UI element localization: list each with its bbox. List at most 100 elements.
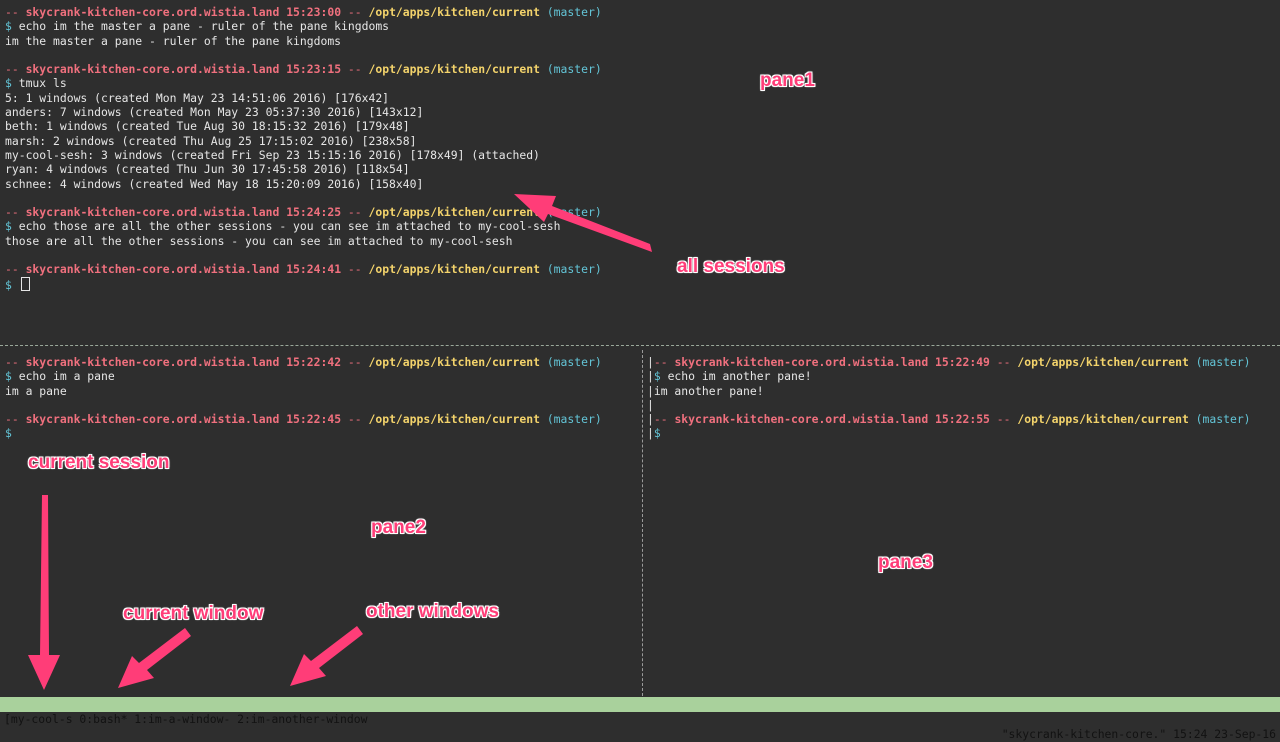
prompt-path: /opt/apps/kitchen/current <box>368 62 540 77</box>
prompt-path: /opt/apps/kitchen/current <box>368 412 540 427</box>
output-line: im a pane <box>5 384 638 398</box>
command-line: $ tmux ls <box>5 76 1280 90</box>
output-line: those are all the other sessions - you c… <box>5 234 1280 248</box>
annotation-current-window: current window <box>123 603 264 624</box>
prompt-host: skycrank-kitchen-core.ord.wistia.land <box>674 355 929 369</box>
prompt-dash: -- <box>347 412 362 427</box>
annotation-pane2: pane2 <box>371 517 426 538</box>
prompt-dash: -- <box>347 205 362 220</box>
vertical-pane-divider[interactable] <box>642 350 643 696</box>
pane3-lines: |-- skycrank-kitchen-core.ord.wistia.lan… <box>647 350 1280 441</box>
prompt-time: 15:22:42 <box>286 355 342 369</box>
command-text: echo those are all the other sessions - … <box>18 219 561 234</box>
prompt-dash: -- <box>347 262 362 277</box>
prompt-line: -- skycrank-kitchen-core.ord.wistia.land… <box>5 5 1280 19</box>
prompt-dollar: $ <box>653 426 661 441</box>
prompt-dash: -- <box>5 205 19 220</box>
prompt-branch: (master) <box>546 205 602 220</box>
prompt-branch: (master) <box>1195 412 1251 427</box>
prompt-host: skycrank-kitchen-core.ord.wistia.land <box>25 5 280 19</box>
output-line: ryan: 4 windows (created Thu Jun 30 17:4… <box>5 162 1280 176</box>
pane1-terminal[interactable]: -- skycrank-kitchen-core.ord.wistia.land… <box>0 0 1280 340</box>
horizontal-pane-divider[interactable] <box>0 345 1280 346</box>
prompt-dash: -- <box>347 355 362 369</box>
prompt-path: /opt/apps/kitchen/current <box>368 262 540 277</box>
output-line: im the master a pane - ruler of the pane… <box>5 34 1280 48</box>
prompt-host: skycrank-kitchen-core.ord.wistia.land <box>25 412 280 427</box>
command-line: $ <box>5 426 638 440</box>
command-text: tmux ls <box>18 76 67 91</box>
command-line: |$ echo im another pane! <box>647 369 1280 383</box>
prompt-dash: -- <box>347 62 362 77</box>
prompt-dollar: $ <box>653 369 661 384</box>
output-text: my-cool-sesh: 3 windows (created Fri Sep… <box>5 147 540 162</box>
prompt-branch: (master) <box>546 5 602 19</box>
prompt-dollar: $ <box>5 19 12 34</box>
prompt-dash: -- <box>653 355 668 369</box>
annotation-other-windows: other windows <box>366 601 499 622</box>
command-line: $ echo im a pane <box>5 369 638 383</box>
prompt-dash: -- <box>996 412 1011 427</box>
prompt-branch: (master) <box>546 355 602 369</box>
terminal-cursor[interactable] <box>20 276 30 291</box>
prompt-time: 15:24:25 <box>286 205 342 220</box>
command-line: $ echo im the master a pane - ruler of t… <box>5 19 1280 33</box>
pane-border-char: | <box>647 355 654 369</box>
output-text: ryan: 4 windows (created Thu Jun 30 17:4… <box>5 162 410 177</box>
output-text: im the master a pane - ruler of the pane… <box>5 33 342 48</box>
annotation-pane1: pane1 <box>760 70 815 91</box>
status-left-session-windows[interactable]: [my-cool-s 0:bash* 1:im-a-window- 2:im-a… <box>4 712 367 727</box>
prompt-line: -- skycrank-kitchen-core.ord.wistia.land… <box>5 355 638 369</box>
pane-border-char: | <box>647 383 654 398</box>
prompt-line: |-- skycrank-kitchen-core.ord.wistia.lan… <box>647 355 1280 369</box>
pane2-lines: -- skycrank-kitchen-core.ord.wistia.land… <box>0 350 638 441</box>
output-line: |im another pane! <box>647 384 1280 398</box>
prompt-line: -- skycrank-kitchen-core.ord.wistia.land… <box>5 412 638 426</box>
prompt-time: 15:22:49 <box>935 355 990 369</box>
pane2-terminal[interactable]: -- skycrank-kitchen-core.ord.wistia.land… <box>0 350 638 696</box>
output-line: 5: 1 windows (created Mon May 23 14:51:0… <box>5 91 1280 105</box>
output-text: anders: 7 windows (created Mon May 23 05… <box>5 105 424 120</box>
pane3-terminal[interactable]: |-- skycrank-kitchen-core.ord.wistia.lan… <box>647 350 1280 696</box>
prompt-dollar: $ <box>5 76 12 91</box>
output-text: marsh: 2 windows (created Thu Aug 25 17:… <box>5 133 417 148</box>
prompt-dollar: $ <box>5 219 12 234</box>
output-line: beth: 1 windows (created Tue Aug 30 18:1… <box>5 119 1280 133</box>
prompt-host: skycrank-kitchen-core.ord.wistia.land <box>25 262 280 277</box>
prompt-dash: -- <box>653 412 668 427</box>
prompt-time: 15:22:55 <box>935 412 990 427</box>
prompt-time: 15:23:15 <box>286 62 342 77</box>
prompt-dollar: $ <box>5 369 12 384</box>
prompt-dash: -- <box>5 355 19 369</box>
prompt-line: -- skycrank-kitchen-core.ord.wistia.land… <box>5 62 1280 76</box>
prompt-branch: (master) <box>546 262 602 277</box>
prompt-host: skycrank-kitchen-core.ord.wistia.land <box>25 205 280 220</box>
prompt-time: 15:23:00 <box>286 5 342 19</box>
prompt-branch: (master) <box>546 62 602 77</box>
prompt-time: 15:22:45 <box>286 412 342 427</box>
output-line: my-cool-sesh: 3 windows (created Fri Sep… <box>5 148 1280 162</box>
prompt-path: /opt/apps/kitchen/current <box>368 355 540 369</box>
annotation-pane3: pane3 <box>878 552 933 573</box>
prompt-dash: -- <box>996 355 1011 369</box>
prompt-branch: (master) <box>1195 355 1251 369</box>
command-line: |$ <box>647 426 1280 440</box>
prompt-host: skycrank-kitchen-core.ord.wistia.land <box>674 412 929 427</box>
prompt-path: /opt/apps/kitchen/current <box>1017 412 1189 427</box>
prompt-line: -- skycrank-kitchen-core.ord.wistia.land… <box>5 205 1280 219</box>
pane-border-char: | <box>647 397 654 412</box>
command-text: echo im another pane! <box>667 369 812 384</box>
prompt-branch: (master) <box>546 412 602 427</box>
output-text: 5: 1 windows (created Mon May 23 14:51:0… <box>5 90 390 105</box>
output-line: schnee: 4 windows (created Wed May 18 15… <box>5 177 1280 191</box>
annotation-current-session: current session <box>28 452 170 473</box>
pane1-lines: -- skycrank-kitchen-core.ord.wistia.land… <box>0 0 1280 292</box>
output-text: those are all the other sessions - you c… <box>5 233 513 248</box>
pane-border-char: | <box>647 369 654 384</box>
prompt-path: /opt/apps/kitchen/current <box>1017 355 1189 369</box>
prompt-host: skycrank-kitchen-core.ord.wistia.land <box>25 62 280 77</box>
prompt-dash: -- <box>5 5 19 19</box>
